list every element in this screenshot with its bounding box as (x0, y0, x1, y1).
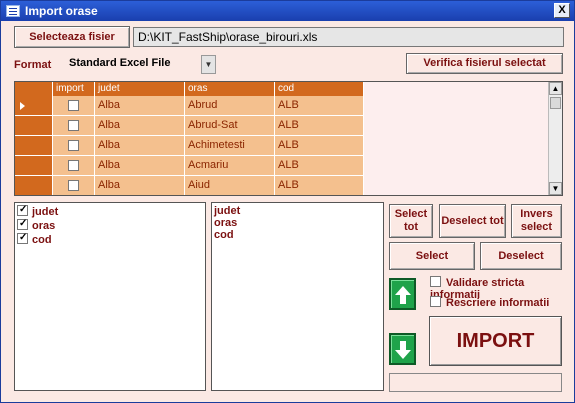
chevron-down-icon[interactable]: ▼ (201, 55, 216, 74)
verify-file-button[interactable]: Verifica fisierul selectat (406, 53, 563, 74)
import-cell (53, 156, 95, 176)
format-value: Standard Excel File (69, 57, 171, 69)
checked-checkbox[interactable] (17, 231, 28, 244)
scroll-thumb[interactable] (550, 97, 561, 109)
arrow-down-icon (395, 341, 411, 359)
arrow-up-icon (395, 286, 411, 304)
rewrite-option[interactable]: Rescriere informatii (430, 296, 549, 309)
table-row[interactable]: Alba Aiud ALB (15, 176, 364, 195)
oras-cell: Abrud-Sat (185, 116, 275, 136)
judet-cell: Alba (95, 136, 185, 156)
select-button[interactable]: Select (389, 242, 475, 270)
header-selector (15, 82, 53, 96)
import-cell (53, 176, 95, 195)
oras-cell: Achimetesti (185, 136, 275, 156)
table-row[interactable]: Alba Acmariu ALB (15, 156, 364, 176)
scroll-up-icon[interactable]: ▲ (549, 82, 562, 95)
import-checkbox[interactable] (68, 140, 79, 151)
move-down-button[interactable] (389, 333, 416, 365)
import-window: Import orase X Selecteaza fisier D:\KIT_… (0, 0, 575, 403)
move-up-button[interactable] (389, 278, 416, 310)
checked-checkbox[interactable] (17, 203, 28, 216)
cod-cell: ALB (275, 176, 364, 195)
row-pointer-icon (20, 102, 25, 110)
row-selector[interactable] (15, 136, 53, 156)
import-checkbox[interactable] (68, 100, 79, 111)
column-header-import[interactable]: import (53, 82, 95, 96)
selected-columns-list[interactable]: judet oras cod (211, 202, 384, 391)
table-row[interactable]: Alba Abrud ALB (15, 96, 364, 116)
cod-cell: ALB (275, 96, 364, 116)
judet-cell: Alba (95, 96, 185, 116)
format-select[interactable]: Standard Excel File ▼ (65, 55, 216, 74)
import-button[interactable]: IMPORT (429, 316, 562, 366)
status-bar (389, 373, 562, 392)
row-selector[interactable] (15, 116, 53, 136)
file-path-field[interactable]: D:\KIT_FastShip\orase_birouri.xls (133, 27, 564, 47)
row-selector[interactable] (15, 96, 53, 116)
rewrite-label: Rescriere informatii (446, 297, 550, 309)
close-button[interactable]: X (554, 3, 570, 18)
scroll-down-icon[interactable]: ▼ (549, 182, 562, 195)
title-bar: Import orase X (1, 1, 574, 21)
format-label: Format (14, 59, 52, 71)
import-checkbox[interactable] (68, 160, 79, 171)
list-item-label: oras (32, 220, 56, 232)
list-item[interactable]: cod (214, 229, 234, 243)
oras-cell: Aiud (185, 176, 275, 195)
window-icon (6, 5, 20, 17)
checked-checkbox[interactable] (17, 217, 28, 230)
grid-header: import judet oras cod (15, 82, 364, 96)
rewrite-checkbox[interactable] (430, 296, 441, 307)
oras-cell: Acmariu (185, 156, 275, 176)
strict-validation-checkbox[interactable] (430, 276, 441, 287)
import-cell (53, 96, 95, 116)
list-item[interactable]: cod (17, 231, 52, 247)
row-selector[interactable] (15, 176, 53, 195)
deselect-all-button[interactable]: Deselect tot (439, 204, 506, 238)
oras-cell: Abrud (185, 96, 275, 116)
import-checkbox[interactable] (68, 120, 79, 131)
cod-cell: ALB (275, 136, 364, 156)
column-header-judet[interactable]: judet (95, 82, 185, 96)
table-row[interactable]: Alba Abrud-Sat ALB (15, 116, 364, 136)
window-title: Import orase (25, 4, 98, 18)
cod-cell: ALB (275, 156, 364, 176)
select-all-button[interactable]: Select tot (389, 204, 433, 238)
judet-cell: Alba (95, 176, 185, 195)
cod-cell: ALB (275, 116, 364, 136)
column-header-oras[interactable]: oras (185, 82, 275, 96)
data-grid[interactable]: import judet oras cod Alba Abrud ALB Alb… (14, 81, 563, 196)
row-selector[interactable] (15, 156, 53, 176)
grid-scrollbar[interactable]: ▲ ▼ (548, 82, 562, 195)
judet-cell: Alba (95, 156, 185, 176)
import-cell (53, 136, 95, 156)
table-row[interactable]: Alba Achimetesti ALB (15, 136, 364, 156)
available-columns-list[interactable]: judet oras cod (14, 202, 206, 391)
invert-selection-button[interactable]: Invers select (511, 204, 562, 238)
list-item-label: judet (32, 206, 59, 218)
select-file-button[interactable]: Selecteaza fisier (14, 26, 130, 48)
deselect-button[interactable]: Deselect (480, 242, 562, 270)
list-item-label: cod (32, 234, 52, 246)
judet-cell: Alba (95, 116, 185, 136)
import-cell (53, 116, 95, 136)
import-checkbox[interactable] (68, 180, 79, 191)
column-header-cod[interactable]: cod (275, 82, 364, 96)
